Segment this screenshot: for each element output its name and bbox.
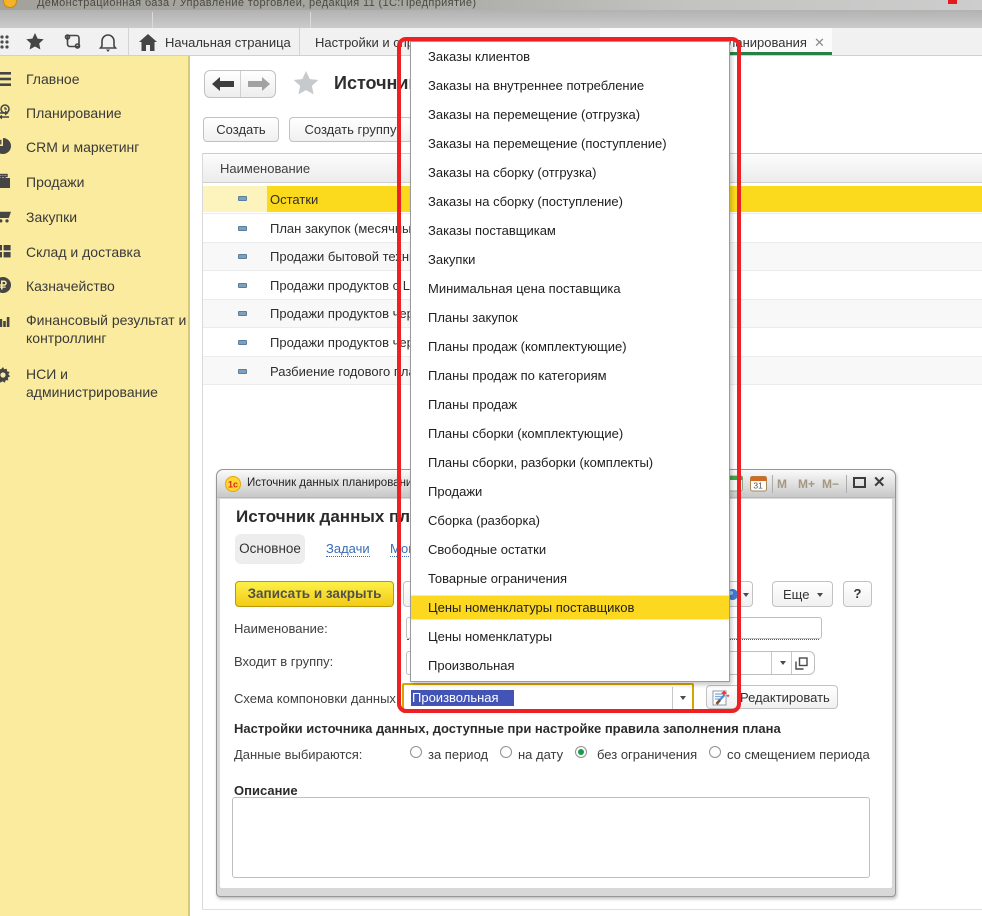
svg-text:1с: 1с bbox=[228, 480, 238, 490]
svg-text:31: 31 bbox=[753, 481, 763, 491]
